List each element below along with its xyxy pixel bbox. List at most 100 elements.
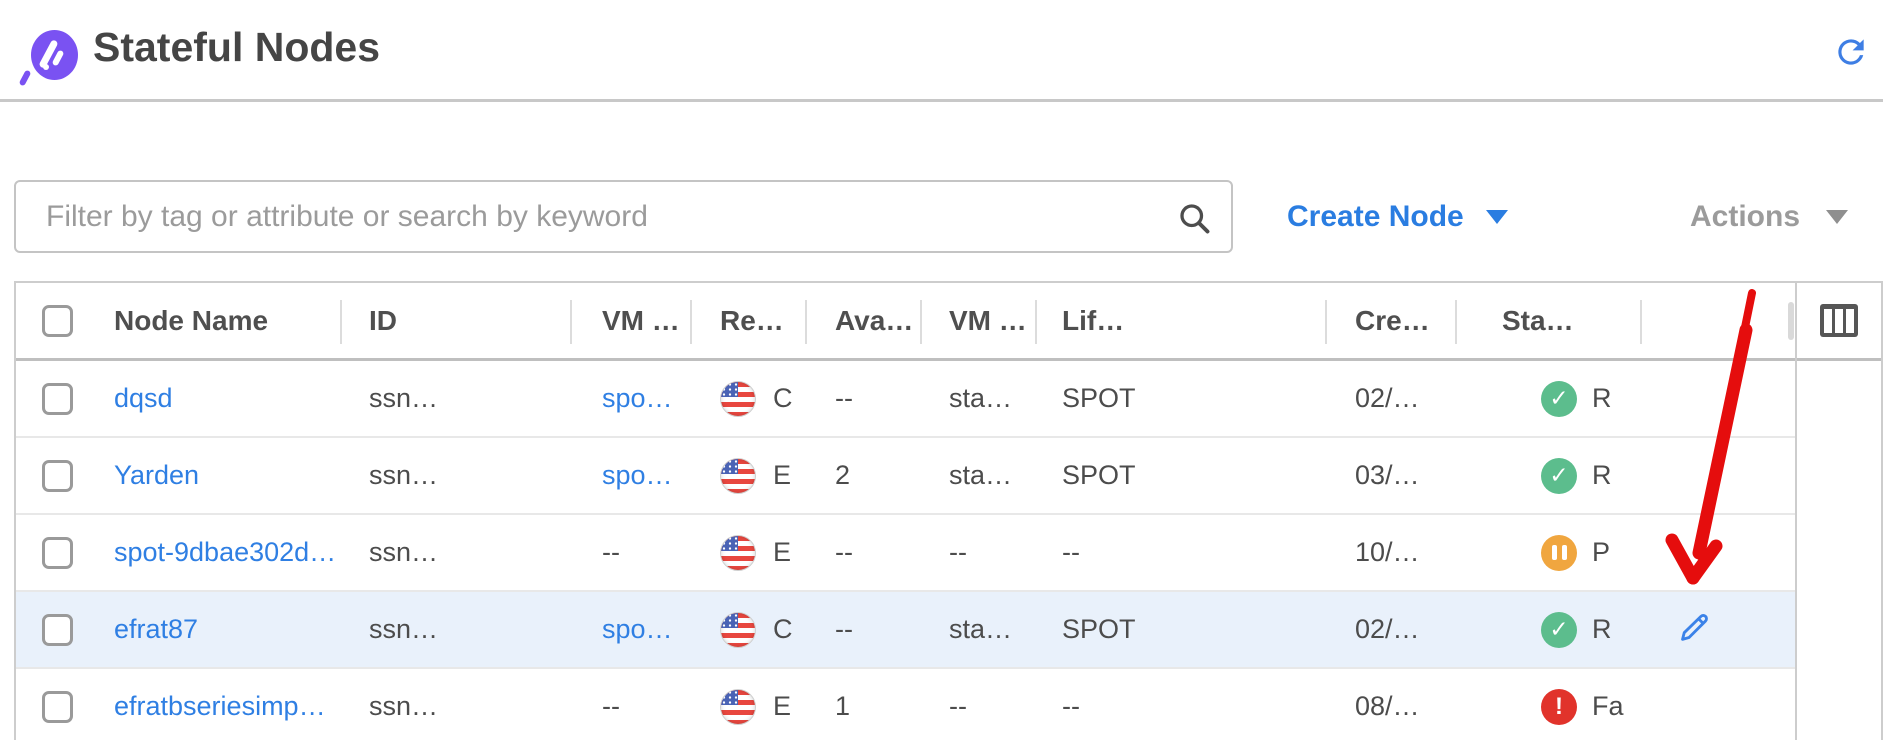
row-checkbox[interactable] [42,691,73,723]
vm-name: -- [949,691,967,722]
column-header-vm[interactable]: VM … [922,283,1037,358]
row-checkbox[interactable] [42,460,73,492]
vm-name: sta… [949,460,1012,491]
row-checkbox-cell [16,438,98,513]
row-checkbox[interactable] [42,537,73,569]
column-header-sta[interactable]: Sta… [1457,283,1642,358]
vm-name: sta… [949,383,1012,414]
table-body: dqsd ssn… spo… C -- sta… SPOT 02/… ✓ ! R [16,361,1795,740]
node-id: ssn… [369,460,438,491]
created-at: 08/… [1355,691,1420,722]
lifecycle: -- [1062,537,1080,568]
created-at: 02/… [1355,383,1420,414]
column-picker-button[interactable] [1820,304,1858,337]
region-letter: C [773,383,793,414]
region-letter: E [773,460,791,491]
row-checkbox-cell [16,592,98,667]
row-checkbox[interactable] [42,614,73,646]
header-checkbox-cell [16,283,98,358]
table-row: dqsd ssn… spo… C -- sta… SPOT 02/… ✓ ! R [16,361,1795,438]
actions-label: Actions [1690,200,1800,234]
header-divider [0,99,1883,102]
create-node-label: Create Node [1287,200,1464,234]
status-cell: ✓ ! Fa [1457,669,1642,740]
pencil-icon [1678,611,1712,645]
header-empty-cell [1642,283,1795,358]
chevron-down-icon [1486,210,1508,224]
table-pinned-column [1795,283,1881,740]
vm-link[interactable]: -- [602,691,620,722]
lifecycle: SPOT [1062,614,1136,645]
node-name-link[interactable]: Yarden [114,460,199,491]
us-flag-icon [720,458,756,494]
created-at: 03/… [1355,460,1420,491]
status-cell: ✓ ! R [1457,361,1642,436]
region-letter: E [773,691,791,722]
table-row: spot-9dbae302d… ssn… -- E -- -- -- 10/… … [16,515,1795,592]
node-id: ssn… [369,537,438,568]
availability-zone: -- [835,537,853,568]
lifecycle: -- [1062,691,1080,722]
lifecycle: SPOT [1062,383,1136,414]
availability-zone: 2 [835,460,850,491]
node-id: ssn… [369,614,438,645]
node-name-link[interactable]: efratbseriesimp… [114,691,326,722]
row-checkbox-cell [16,361,98,436]
column-header-node-name[interactable]: Node Name [98,283,342,358]
refresh-button[interactable] [1830,32,1872,74]
vm-link[interactable]: -- [602,537,620,568]
create-node-button[interactable]: Create Node [1287,180,1508,253]
availability-zone: -- [835,383,853,414]
filter-input[interactable] [14,180,1233,253]
availability-zone: 1 [835,691,850,722]
horizontal-scrollbar-thumb[interactable] [1788,302,1794,340]
region-cell: E [692,438,807,513]
edit-node-button[interactable] [1675,610,1715,650]
column-header-id[interactable]: ID [342,283,572,358]
table-header-row: Node NameIDVM …Re…Ava…VM …Lif…Cre…Sta… [16,283,1795,361]
status-icon: ✓ ! [1541,535,1577,571]
status-text: R [1592,460,1612,491]
us-flag-icon [720,381,756,417]
column-header-lif[interactable]: Lif… [1037,283,1327,358]
chevron-down-icon [1826,210,1848,224]
node-id: ssn… [369,691,438,722]
column-header-vm[interactable]: VM … [572,283,692,358]
node-name-link[interactable]: efrat87 [114,614,198,645]
status-icon: ✓ ! [1541,458,1577,494]
us-flag-icon [720,612,756,648]
vm-link[interactable]: spo… [602,383,673,414]
column-header-re[interactable]: Re… [692,283,807,358]
status-icon: ✓ ! [1541,689,1577,725]
region-cell: E [692,669,807,740]
node-name-link[interactable]: spot-9dbae302d… [114,537,336,568]
availability-zone: -- [835,614,853,645]
status-icon: ✓ ! [1541,381,1577,417]
created-at: 02/… [1355,614,1420,645]
vm-name: -- [949,537,967,568]
row-checkbox[interactable] [42,383,73,415]
status-text: R [1592,614,1612,645]
refresh-icon [1832,33,1870,71]
nodes-table: Node NameIDVM …Re…Ava…VM …Lif…Cre…Sta… d… [14,281,1883,740]
actions-button[interactable]: Actions [1690,180,1848,253]
status-text: R [1592,383,1612,414]
region-cell: E [692,515,807,590]
node-id: ssn… [369,383,438,414]
vm-link[interactable]: spo… [602,460,673,491]
region-letter: C [773,614,793,645]
table-row: efrat87 ssn… spo… C -- sta… SPOT 02/… ✓ … [16,592,1795,669]
column-header-ava[interactable]: Ava… [807,283,922,358]
page-title: Stateful Nodes [93,24,380,71]
status-text: Fa [1592,691,1624,722]
vm-link[interactable]: spo… [602,614,673,645]
table-row: efratbseriesimp… ssn… -- E 1 -- -- 08/… … [16,669,1795,740]
stateful-nodes-page: Stateful Nodes Create Node Actions Node … [0,0,1904,740]
select-all-checkbox[interactable] [42,305,73,337]
region-cell: C [692,592,807,667]
lifecycle: SPOT [1062,460,1136,491]
node-name-link[interactable]: dqsd [114,383,173,414]
spot-logo-icon [31,30,78,80]
column-header-cre[interactable]: Cre… [1327,283,1457,358]
status-cell: ✓ ! R [1457,438,1642,513]
